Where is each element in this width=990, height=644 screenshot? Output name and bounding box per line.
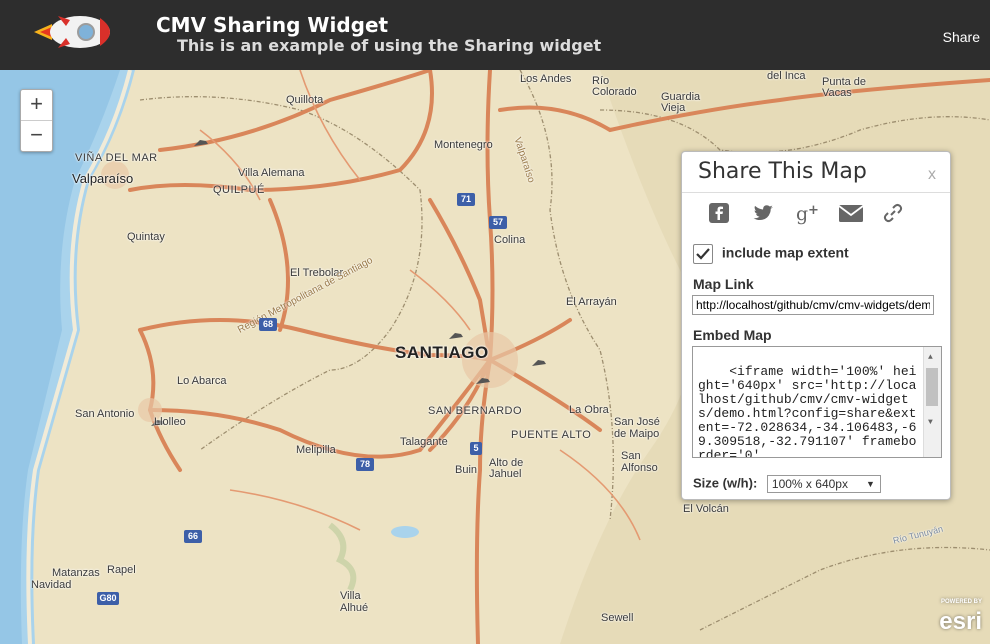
social-share-bar: g + (708, 202, 908, 228)
dropdown-arrow-icon: ▼ (865, 479, 875, 489)
map-label: San Antonio (75, 408, 135, 420)
esri-attribution[interactable]: POWERED BY esri (939, 599, 982, 636)
svg-text:+: + (808, 203, 819, 218)
map-label: Valparaíso (72, 171, 134, 186)
map-label: La Obra (569, 404, 609, 416)
map-label: PUENTE ALTO (511, 429, 592, 441)
zoom-out-button[interactable]: − (21, 120, 52, 151)
panel-title: Share This Map (698, 159, 867, 184)
divider (682, 192, 950, 193)
map-label: Villa Alhué (340, 590, 369, 614)
map-label: Rapel (107, 564, 136, 576)
map-label: Montenegro (434, 139, 493, 151)
map-label: SAN BERNARDO (428, 405, 523, 417)
map-label: Navidad (31, 579, 72, 591)
route-shield: G80 (97, 592, 119, 605)
map-label: Los Andes (520, 73, 572, 85)
map-label: Quintay (127, 231, 165, 243)
map-label: Río Colorado (592, 75, 637, 98)
embed-code-textarea[interactable]: <iframe width='100%' height='640px' src=… (692, 346, 942, 458)
embed-code-text: <iframe width='100%' height='640px' src=… (698, 364, 917, 458)
map-link-label: Map Link (693, 276, 754, 292)
map-label: Melipilla (296, 444, 336, 456)
route-shield: 5 (470, 442, 482, 455)
size-row: Size (w/h): 100% x 640px ▼ (693, 475, 881, 493)
zoom-control: + − (20, 89, 53, 152)
check-icon (696, 248, 710, 260)
app-title: CMV Sharing Widget (156, 13, 389, 37)
scroll-down-icon[interactable]: ▼ (928, 416, 933, 430)
map-label: Punta de Vacas (822, 76, 867, 99)
include-extent-row: include map extent (693, 244, 849, 264)
map-label: Sewell (601, 612, 634, 624)
google-plus-icon[interactable]: g + (795, 202, 823, 226)
map-label: San José de Maipo (614, 416, 660, 440)
map-label: QUILPUÉ (213, 184, 265, 196)
map-label: El Volcán (683, 503, 729, 515)
map-label: SANTIAGO (395, 343, 489, 362)
map-label: VIÑA DEL MAR (75, 152, 158, 164)
share-panel: Share This Map x g + include map extent M… (681, 151, 951, 500)
route-shield: 57 (489, 216, 507, 229)
map-label: Colina (494, 234, 526, 246)
route-shield: 68 (259, 318, 277, 331)
close-button[interactable]: x (928, 166, 936, 184)
map-label: Llolleo (154, 416, 186, 428)
scroll-up-icon[interactable]: ▲ (928, 351, 933, 365)
map-label: Villa Alemana (238, 167, 305, 179)
zoom-in-button[interactable]: + (21, 90, 52, 120)
embed-scrollbar[interactable]: ▲ ▼ (923, 347, 941, 457)
embed-map-label: Embed Map (693, 327, 772, 343)
map-label: Matanzas (52, 567, 100, 579)
app-header: CMV Sharing Widget This is an example of… (0, 0, 990, 70)
svg-text:g: g (796, 203, 808, 225)
share-button[interactable]: Share (943, 29, 980, 45)
map-label: del Inca (767, 70, 806, 82)
map-label: Quillota (286, 94, 324, 106)
size-select[interactable]: 100% x 640px ▼ (766, 475, 881, 493)
map-label: El Arrayán (566, 296, 617, 308)
route-shield: 66 (184, 530, 202, 543)
include-extent-label: include map extent (721, 244, 849, 261)
app-subtitle: This is an example of using the Sharing … (177, 36, 602, 55)
size-label: Size (w/h): (693, 475, 758, 491)
map-label: Talagante (400, 436, 448, 448)
esri-logo: esri (939, 608, 982, 635)
route-shield: 71 (457, 193, 475, 206)
twitter-icon[interactable] (752, 202, 776, 226)
map-link-input[interactable] (692, 295, 934, 315)
email-icon[interactable] (838, 202, 866, 226)
size-select-value: 100% x 640px (771, 477, 848, 491)
map-label: Buin (455, 464, 478, 476)
map-label: San Alfonso (621, 450, 658, 474)
route-shield: 78 (356, 458, 374, 471)
map-label: Lo Abarca (177, 375, 227, 387)
map-label: Alto de Jahuel (489, 457, 524, 480)
powered-by-label: POWERED BY (940, 599, 982, 605)
facebook-icon[interactable] (708, 202, 732, 226)
include-extent-checkbox[interactable] (693, 244, 713, 264)
link-icon[interactable] (882, 202, 906, 226)
map-label: Guardia Vieja (661, 91, 701, 114)
scroll-thumb[interactable] (926, 368, 938, 406)
rocket-logo-icon (34, 16, 110, 48)
